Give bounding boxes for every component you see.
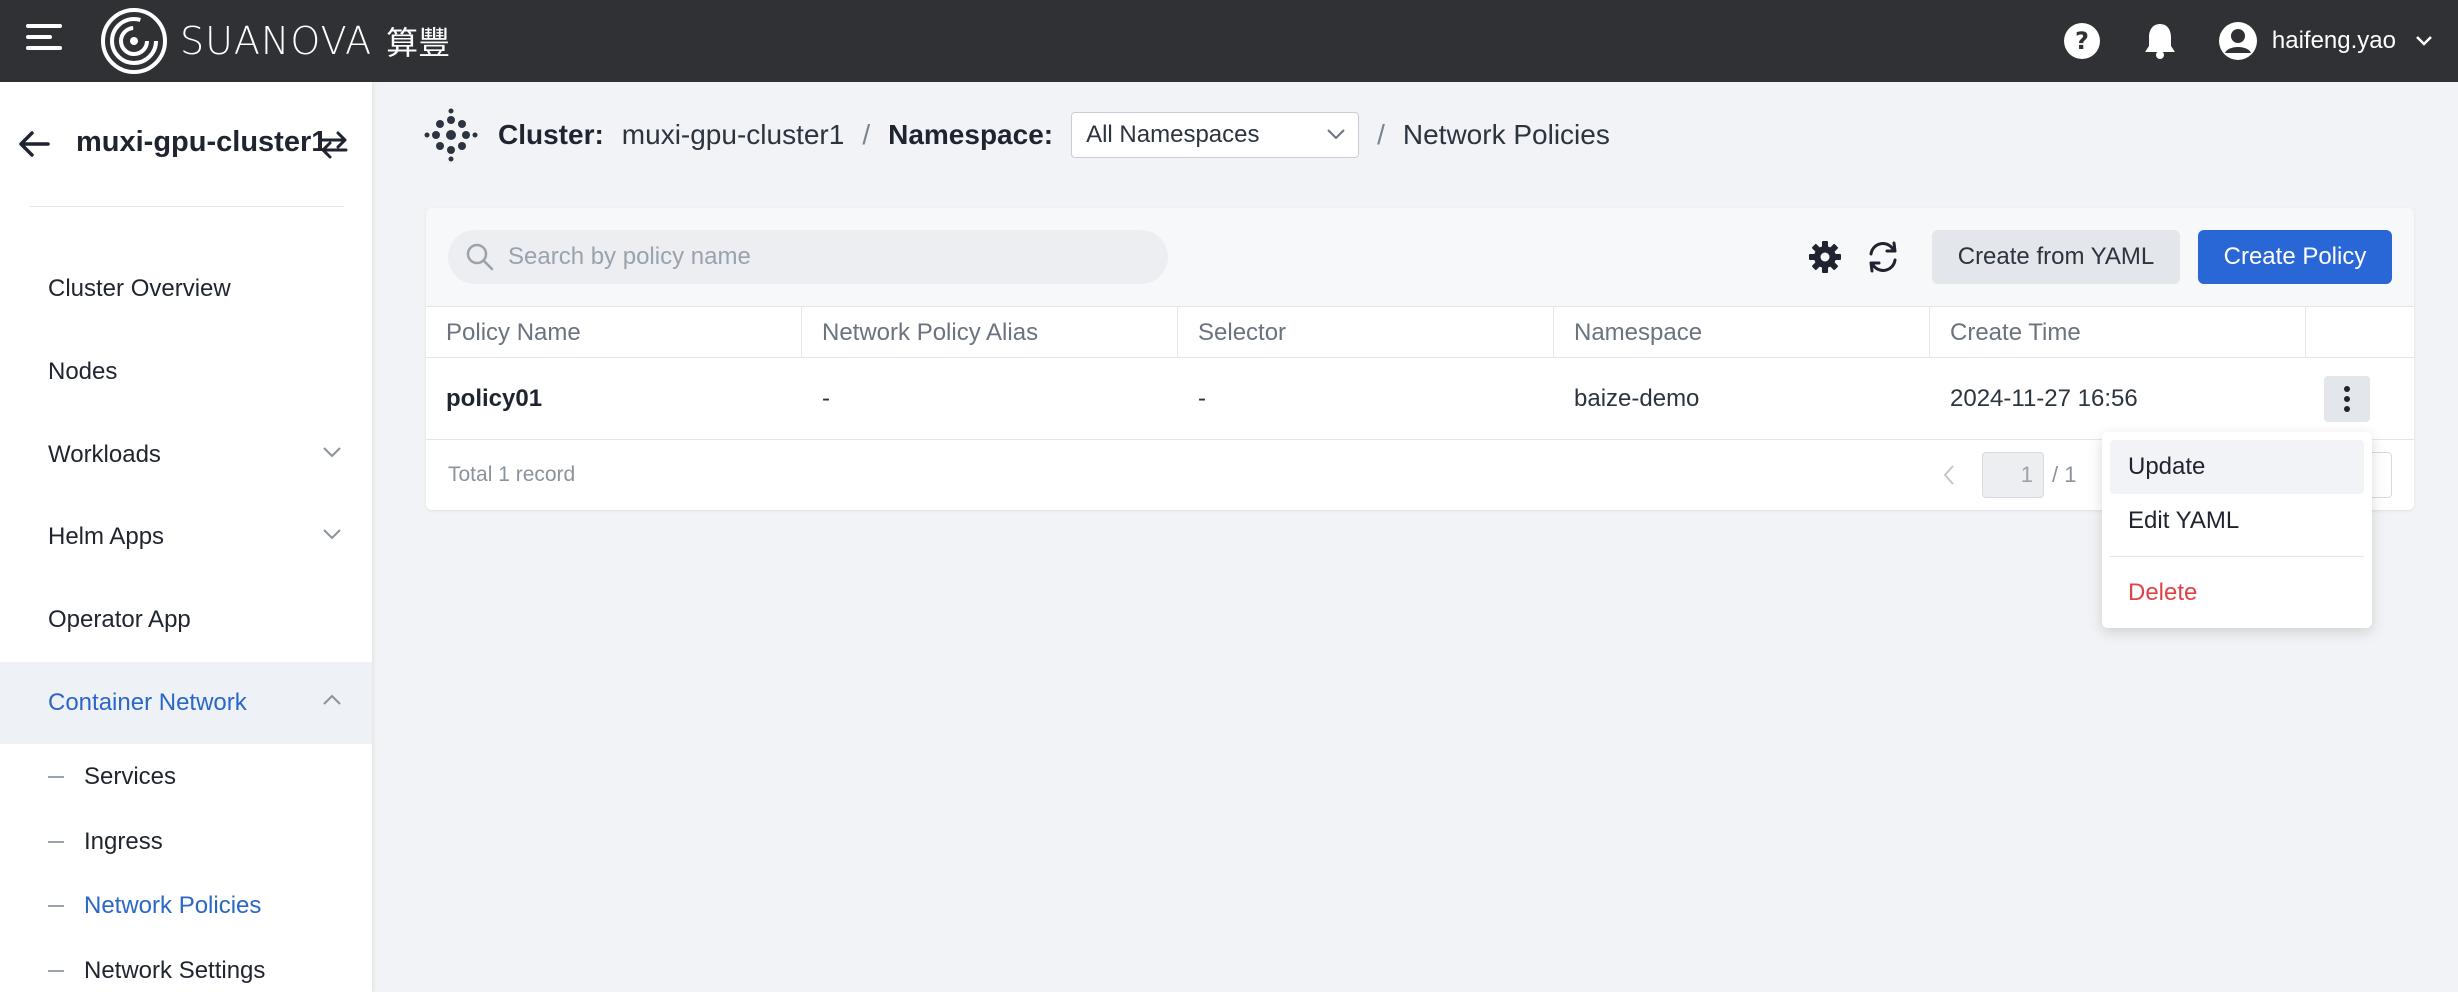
sidebar-item-workloads[interactable]: Workloads bbox=[0, 414, 372, 496]
sidebar-subitem-services[interactable]: Services bbox=[0, 746, 372, 808]
breadcrumb-separator: / bbox=[862, 119, 871, 150]
create-from-yaml-button[interactable]: Create from YAML bbox=[1932, 230, 2180, 284]
create-policy-button[interactable]: Create Policy bbox=[2198, 230, 2392, 284]
refresh-icon[interactable] bbox=[1864, 238, 1902, 276]
search-icon bbox=[466, 243, 494, 271]
switch-cluster-icon[interactable] bbox=[318, 130, 350, 165]
sidebar-subitem-label: Ingress bbox=[84, 828, 163, 855]
menu-divider bbox=[2110, 556, 2364, 557]
top-bar: SUANOVA 算豐 ? haifeng.yao bbox=[0, 0, 2458, 82]
sidebar-item-label: Cluster Overview bbox=[48, 275, 231, 302]
cluster-link[interactable]: muxi-gpu-cluster1 bbox=[622, 119, 845, 151]
chevron-down-icon bbox=[323, 529, 341, 540]
menu-item-edit-yaml[interactable]: Edit YAML bbox=[2110, 494, 2364, 548]
column-header-policy-name[interactable]: Policy Name bbox=[426, 307, 802, 358]
sidebar-subitem-network-policies[interactable]: Network Policies bbox=[0, 875, 372, 937]
pagination: 1 / 1 bbox=[1942, 450, 2076, 500]
sidebar-subitem-label: Network Settings bbox=[84, 957, 266, 984]
bell-icon[interactable] bbox=[2140, 21, 2180, 61]
dash-icon bbox=[48, 776, 64, 778]
cell-selector: - bbox=[1198, 385, 1206, 412]
namespace-select[interactable]: All Namespaces bbox=[1071, 112, 1360, 158]
table-row: policy01 - - baize-demo 2024-11-27 16:56 bbox=[426, 358, 2414, 440]
chevron-down-icon bbox=[1327, 129, 1345, 140]
chevron-left-icon[interactable] bbox=[1942, 464, 1956, 486]
breadcrumb-separator: / bbox=[1377, 119, 1385, 150]
dash-icon bbox=[48, 905, 64, 907]
dash-icon bbox=[48, 841, 64, 843]
menu-item-update[interactable]: Update bbox=[2110, 440, 2364, 494]
sidebar-subitem-label: Services bbox=[84, 763, 177, 790]
search-input[interactable] bbox=[508, 243, 1148, 271]
help-icon[interactable]: ? bbox=[2062, 21, 2102, 61]
sidebar-item-label: Container Network bbox=[48, 689, 247, 716]
cluster-name: muxi-gpu-cluster1 bbox=[76, 126, 328, 158]
sidebar-item-helm-apps[interactable]: Helm Apps bbox=[0, 496, 372, 578]
sidebar-item-operator-app[interactable]: Operator App bbox=[0, 579, 372, 661]
chevron-up-icon bbox=[323, 694, 341, 705]
total-records: Total 1 record bbox=[448, 463, 576, 486]
cell-alias: - bbox=[822, 385, 830, 412]
top-right-tools: ? haifeng.yao bbox=[2062, 0, 2458, 82]
chevron-down-icon bbox=[323, 447, 341, 458]
cell-namespace: baize-demo bbox=[1574, 385, 1700, 412]
sidebar-item-label: Operator App bbox=[48, 606, 191, 633]
user-avatar-icon[interactable] bbox=[2218, 21, 2258, 61]
page-title: Network Policies bbox=[1402, 119, 1610, 150]
page-total: / 1 bbox=[2052, 462, 2077, 487]
sidebar-item-label: Nodes bbox=[48, 358, 118, 385]
sidebar-item-cluster-overview[interactable]: Cluster Overview bbox=[0, 248, 372, 330]
cluster-label: Cluster: bbox=[498, 119, 604, 150]
sidebar-subitem-network-settings[interactable]: Network Settings bbox=[0, 940, 372, 992]
svg-text:?: ? bbox=[2075, 27, 2089, 55]
breadcrumb: Cluster: muxi-gpu-cluster1 / Namespace: … bbox=[424, 108, 1610, 162]
back-arrow-icon[interactable] bbox=[18, 130, 50, 163]
chevron-down-icon[interactable] bbox=[2404, 21, 2444, 61]
dash-icon bbox=[48, 970, 64, 972]
row-actions-menu: Update Edit YAML Delete bbox=[2102, 432, 2372, 628]
cell-create-time: 2024-11-27 16:56 bbox=[1950, 385, 2138, 412]
settings-gear-icon[interactable] bbox=[1806, 238, 1844, 276]
search-box[interactable] bbox=[448, 230, 1168, 284]
brand-name-cn: 算豐 bbox=[386, 24, 451, 62]
column-header-selector[interactable]: Selector bbox=[1178, 307, 1554, 358]
row-actions-kebab-icon[interactable] bbox=[2324, 376, 2370, 422]
menu-icon[interactable] bbox=[26, 24, 62, 56]
sidebar-divider bbox=[30, 206, 344, 207]
sidebar-subitem-label: Network Policies bbox=[84, 892, 262, 919]
namespace-select-value: All Namespaces bbox=[1086, 121, 1260, 148]
username[interactable]: haifeng.yao bbox=[2272, 27, 2396, 55]
cluster-header: muxi-gpu-cluster1 bbox=[0, 82, 372, 206]
table-header: Policy Name Network Policy Alias Selecto… bbox=[426, 306, 2414, 358]
sidebar: muxi-gpu-cluster1 Cluster Overview Nodes… bbox=[0, 82, 372, 992]
sidebar-item-container-network[interactable]: Container Network bbox=[0, 662, 372, 744]
menu-item-delete[interactable]: Delete bbox=[2110, 566, 2364, 620]
logo-icon bbox=[101, 8, 167, 74]
page-input[interactable]: 1 bbox=[1982, 452, 2044, 498]
sidebar-item-label: Workloads bbox=[48, 441, 161, 468]
brand-name: SUANOVA bbox=[180, 19, 373, 63]
sidebar-subitem-ingress[interactable]: Ingress bbox=[0, 811, 372, 873]
sidebar-item-nodes[interactable]: Nodes bbox=[0, 331, 372, 413]
cell-policy-name[interactable]: policy01 bbox=[426, 358, 542, 440]
namespace-label: Namespace: bbox=[888, 119, 1054, 150]
cluster-icon bbox=[424, 108, 478, 162]
sidebar-item-label: Helm Apps bbox=[48, 523, 165, 550]
column-header-create-time[interactable]: Create Time bbox=[1930, 307, 2306, 358]
column-header-alias[interactable]: Network Policy Alias bbox=[802, 307, 1178, 358]
toolbar: Create from YAML Create Policy bbox=[426, 208, 2414, 306]
brand-logo[interactable]: SUANOVA 算豐 bbox=[100, 4, 450, 78]
column-header-namespace[interactable]: Namespace bbox=[1554, 307, 1930, 358]
